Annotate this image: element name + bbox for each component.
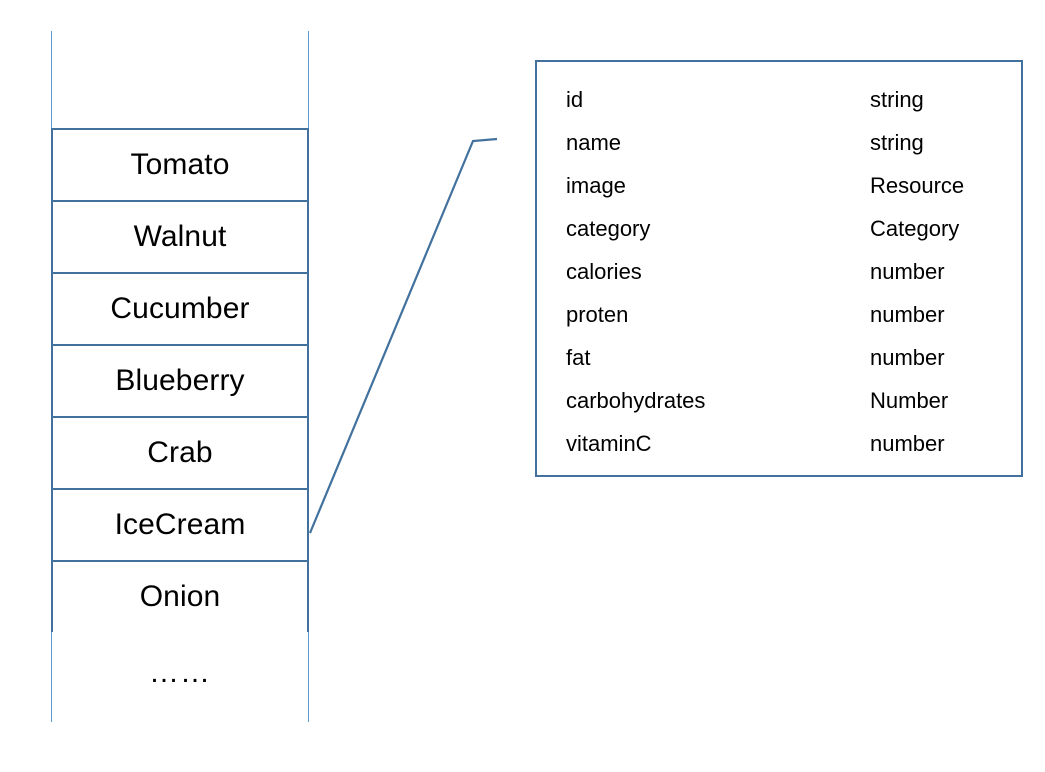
schema-field-name: fat: [566, 345, 591, 370]
schema-field-type: Category: [870, 216, 960, 241]
schema-row-fat: fat number: [537, 343, 1021, 386]
list-item-label: Crab: [147, 436, 213, 469]
schema-field-name: proten: [566, 302, 629, 327]
schema-field-type: number: [870, 259, 945, 284]
schema-field-name: category: [566, 216, 651, 241]
schema-row-category: category Category: [537, 214, 1021, 257]
schema-row-carbohydrates: carbohydrates Number: [537, 386, 1021, 429]
list-item-icecream[interactable]: IceCream: [51, 488, 309, 560]
leader-line-path: [308, 137, 498, 534]
schema-row-calories: calories number: [537, 257, 1021, 300]
entity-list-rows: Tomato Walnut Cucumber Blueberry Crab Ic…: [51, 128, 309, 719]
list-item-blueberry[interactable]: Blueberry: [51, 344, 309, 416]
list-item-cucumber[interactable]: Cucumber: [51, 272, 309, 344]
diagram-canvas: Tomato Walnut Cucumber Blueberry Crab Ic…: [0, 0, 1045, 772]
schema-row-name: name string: [537, 128, 1021, 171]
schema-field-name: id: [566, 87, 584, 112]
list-item-label: Cucumber: [110, 292, 250, 325]
schema-row-image: image Resource: [537, 171, 1021, 214]
schema-field-type: Number: [870, 388, 949, 413]
schema-row-vitaminc: vitaminC number: [537, 429, 1021, 472]
list-item-label: IceCream: [114, 508, 246, 541]
ellipsis-label: ……: [149, 655, 211, 689]
schema-field-name: carbohydrates: [566, 388, 706, 413]
schema-field-type: string: [870, 130, 924, 155]
schema-field-name: image: [566, 173, 626, 198]
schema-field-type: number: [870, 345, 945, 370]
schema-field-name: vitaminC: [566, 431, 652, 456]
schema-panel: id string name string image Resource cat…: [535, 60, 1023, 477]
schema-field-type: number: [870, 302, 945, 327]
list-item-label: Onion: [139, 580, 221, 613]
list-item-label: Tomato: [130, 148, 230, 181]
schema-field-type: string: [870, 87, 924, 112]
schema-field-type: Resource: [870, 173, 965, 198]
list-item-label: Blueberry: [115, 364, 245, 397]
entity-list: Tomato Walnut Cucumber Blueberry Crab Ic…: [51, 31, 309, 722]
schema-row-id: id string: [537, 85, 1021, 128]
list-item-crab[interactable]: Crab: [51, 416, 309, 488]
list-item-more: ……: [51, 632, 309, 719]
list-item-onion[interactable]: Onion: [51, 560, 309, 632]
schema-field-name: name: [566, 130, 622, 155]
schema-field-type: number: [870, 431, 945, 456]
schema-field-name: calories: [566, 259, 642, 284]
list-item-walnut[interactable]: Walnut: [51, 200, 309, 272]
list-item-label: Walnut: [133, 220, 227, 253]
schema-row-proten: proten number: [537, 300, 1021, 343]
list-item-tomato[interactable]: Tomato: [51, 128, 309, 200]
